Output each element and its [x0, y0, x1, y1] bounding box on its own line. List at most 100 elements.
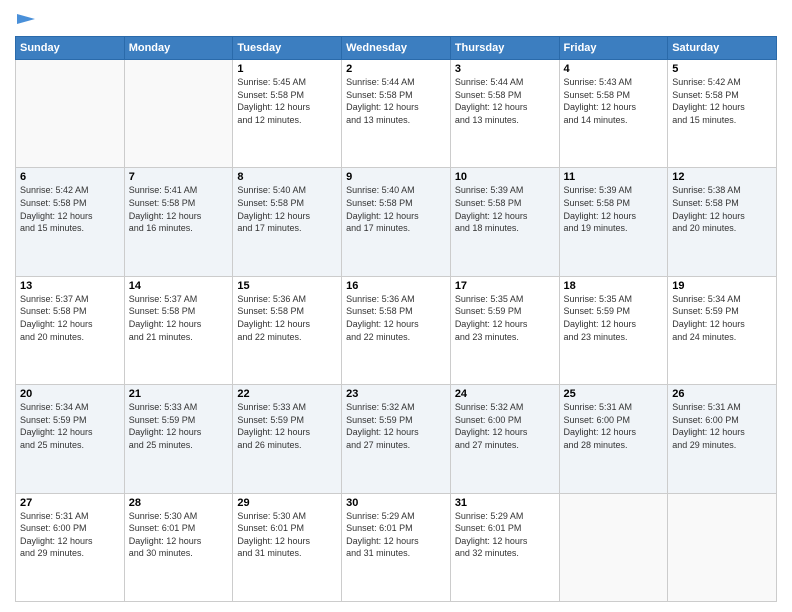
- day-number: 13: [20, 280, 120, 292]
- day-cell-31: 31Sunrise: 5:29 AM Sunset: 6:01 PM Dayli…: [450, 493, 559, 601]
- day-number: 30: [346, 497, 446, 509]
- day-number: 29: [237, 497, 337, 509]
- day-cell-29: 29Sunrise: 5:30 AM Sunset: 6:01 PM Dayli…: [233, 493, 342, 601]
- day-number: 22: [237, 388, 337, 400]
- day-number: 27: [20, 497, 120, 509]
- day-cell-20: 20Sunrise: 5:34 AM Sunset: 5:59 PM Dayli…: [16, 385, 125, 493]
- day-cell-28: 28Sunrise: 5:30 AM Sunset: 6:01 PM Dayli…: [124, 493, 233, 601]
- day-info: Sunrise: 5:30 AM Sunset: 6:01 PM Dayligh…: [237, 510, 337, 560]
- day-info: Sunrise: 5:31 AM Sunset: 6:00 PM Dayligh…: [564, 401, 664, 451]
- calendar-body: 1Sunrise: 5:45 AM Sunset: 5:58 PM Daylig…: [16, 60, 777, 602]
- day-cell-22: 22Sunrise: 5:33 AM Sunset: 5:59 PM Dayli…: [233, 385, 342, 493]
- day-header-thursday: Thursday: [450, 37, 559, 60]
- day-info: Sunrise: 5:44 AM Sunset: 5:58 PM Dayligh…: [346, 76, 446, 126]
- day-cell-2: 2Sunrise: 5:44 AM Sunset: 5:58 PM Daylig…: [342, 60, 451, 168]
- day-info: Sunrise: 5:36 AM Sunset: 5:58 PM Dayligh…: [346, 293, 446, 343]
- day-header-sunday: Sunday: [16, 37, 125, 60]
- day-header-tuesday: Tuesday: [233, 37, 342, 60]
- day-number: 23: [346, 388, 446, 400]
- day-number: 3: [455, 63, 555, 75]
- week-row-2: 6Sunrise: 5:42 AM Sunset: 5:58 PM Daylig…: [16, 168, 777, 276]
- day-number: 5: [672, 63, 772, 75]
- day-info: Sunrise: 5:36 AM Sunset: 5:58 PM Dayligh…: [237, 293, 337, 343]
- day-number: 25: [564, 388, 664, 400]
- day-number: 15: [237, 280, 337, 292]
- day-cell-4: 4Sunrise: 5:43 AM Sunset: 5:58 PM Daylig…: [559, 60, 668, 168]
- day-cell-14: 14Sunrise: 5:37 AM Sunset: 5:58 PM Dayli…: [124, 276, 233, 384]
- day-info: Sunrise: 5:40 AM Sunset: 5:58 PM Dayligh…: [237, 184, 337, 234]
- day-info: Sunrise: 5:29 AM Sunset: 6:01 PM Dayligh…: [346, 510, 446, 560]
- logo-arrow-icon: [17, 10, 35, 28]
- header: [15, 10, 777, 28]
- day-cell-30: 30Sunrise: 5:29 AM Sunset: 6:01 PM Dayli…: [342, 493, 451, 601]
- empty-cell: [124, 60, 233, 168]
- day-cell-17: 17Sunrise: 5:35 AM Sunset: 5:59 PM Dayli…: [450, 276, 559, 384]
- day-cell-21: 21Sunrise: 5:33 AM Sunset: 5:59 PM Dayli…: [124, 385, 233, 493]
- day-number: 21: [129, 388, 229, 400]
- day-number: 18: [564, 280, 664, 292]
- day-header-monday: Monday: [124, 37, 233, 60]
- day-cell-25: 25Sunrise: 5:31 AM Sunset: 6:00 PM Dayli…: [559, 385, 668, 493]
- day-info: Sunrise: 5:44 AM Sunset: 5:58 PM Dayligh…: [455, 76, 555, 126]
- empty-cell: [668, 493, 777, 601]
- day-number: 2: [346, 63, 446, 75]
- day-number: 10: [455, 171, 555, 183]
- day-cell-23: 23Sunrise: 5:32 AM Sunset: 5:59 PM Dayli…: [342, 385, 451, 493]
- day-number: 31: [455, 497, 555, 509]
- day-cell-16: 16Sunrise: 5:36 AM Sunset: 5:58 PM Dayli…: [342, 276, 451, 384]
- day-cell-8: 8Sunrise: 5:40 AM Sunset: 5:58 PM Daylig…: [233, 168, 342, 276]
- day-cell-1: 1Sunrise: 5:45 AM Sunset: 5:58 PM Daylig…: [233, 60, 342, 168]
- day-info: Sunrise: 5:29 AM Sunset: 6:01 PM Dayligh…: [455, 510, 555, 560]
- day-number: 28: [129, 497, 229, 509]
- day-info: Sunrise: 5:35 AM Sunset: 5:59 PM Dayligh…: [564, 293, 664, 343]
- day-info: Sunrise: 5:30 AM Sunset: 6:01 PM Dayligh…: [129, 510, 229, 560]
- day-cell-3: 3Sunrise: 5:44 AM Sunset: 5:58 PM Daylig…: [450, 60, 559, 168]
- day-number: 11: [564, 171, 664, 183]
- day-info: Sunrise: 5:35 AM Sunset: 5:59 PM Dayligh…: [455, 293, 555, 343]
- day-info: Sunrise: 5:43 AM Sunset: 5:58 PM Dayligh…: [564, 76, 664, 126]
- day-cell-13: 13Sunrise: 5:37 AM Sunset: 5:58 PM Dayli…: [16, 276, 125, 384]
- week-row-5: 27Sunrise: 5:31 AM Sunset: 6:00 PM Dayli…: [16, 493, 777, 601]
- day-cell-19: 19Sunrise: 5:34 AM Sunset: 5:59 PM Dayli…: [668, 276, 777, 384]
- day-cell-9: 9Sunrise: 5:40 AM Sunset: 5:58 PM Daylig…: [342, 168, 451, 276]
- day-number: 8: [237, 171, 337, 183]
- day-info: Sunrise: 5:39 AM Sunset: 5:58 PM Dayligh…: [455, 184, 555, 234]
- day-number: 26: [672, 388, 772, 400]
- day-info: Sunrise: 5:45 AM Sunset: 5:58 PM Dayligh…: [237, 76, 337, 126]
- day-header-saturday: Saturday: [668, 37, 777, 60]
- empty-cell: [16, 60, 125, 168]
- day-info: Sunrise: 5:34 AM Sunset: 5:59 PM Dayligh…: [20, 401, 120, 451]
- day-number: 14: [129, 280, 229, 292]
- day-info: Sunrise: 5:32 AM Sunset: 5:59 PM Dayligh…: [346, 401, 446, 451]
- day-header-friday: Friday: [559, 37, 668, 60]
- day-number: 6: [20, 171, 120, 183]
- day-info: Sunrise: 5:34 AM Sunset: 5:59 PM Dayligh…: [672, 293, 772, 343]
- empty-cell: [559, 493, 668, 601]
- day-number: 16: [346, 280, 446, 292]
- page: SundayMondayTuesdayWednesdayThursdayFrid…: [0, 0, 792, 612]
- header-row: SundayMondayTuesdayWednesdayThursdayFrid…: [16, 37, 777, 60]
- day-number: 9: [346, 171, 446, 183]
- week-row-1: 1Sunrise: 5:45 AM Sunset: 5:58 PM Daylig…: [16, 60, 777, 168]
- day-cell-18: 18Sunrise: 5:35 AM Sunset: 5:59 PM Dayli…: [559, 276, 668, 384]
- calendar-table: SundayMondayTuesdayWednesdayThursdayFrid…: [15, 36, 777, 602]
- day-info: Sunrise: 5:37 AM Sunset: 5:58 PM Dayligh…: [129, 293, 229, 343]
- calendar-header: SundayMondayTuesdayWednesdayThursdayFrid…: [16, 37, 777, 60]
- day-info: Sunrise: 5:40 AM Sunset: 5:58 PM Dayligh…: [346, 184, 446, 234]
- day-number: 24: [455, 388, 555, 400]
- day-cell-27: 27Sunrise: 5:31 AM Sunset: 6:00 PM Dayli…: [16, 493, 125, 601]
- day-cell-7: 7Sunrise: 5:41 AM Sunset: 5:58 PM Daylig…: [124, 168, 233, 276]
- logo: [15, 10, 35, 28]
- day-info: Sunrise: 5:31 AM Sunset: 6:00 PM Dayligh…: [672, 401, 772, 451]
- day-number: 4: [564, 63, 664, 75]
- day-info: Sunrise: 5:37 AM Sunset: 5:58 PM Dayligh…: [20, 293, 120, 343]
- day-number: 12: [672, 171, 772, 183]
- day-info: Sunrise: 5:31 AM Sunset: 6:00 PM Dayligh…: [20, 510, 120, 560]
- day-info: Sunrise: 5:38 AM Sunset: 5:58 PM Dayligh…: [672, 184, 772, 234]
- day-info: Sunrise: 5:41 AM Sunset: 5:58 PM Dayligh…: [129, 184, 229, 234]
- day-cell-11: 11Sunrise: 5:39 AM Sunset: 5:58 PM Dayli…: [559, 168, 668, 276]
- day-cell-10: 10Sunrise: 5:39 AM Sunset: 5:58 PM Dayli…: [450, 168, 559, 276]
- day-cell-12: 12Sunrise: 5:38 AM Sunset: 5:58 PM Dayli…: [668, 168, 777, 276]
- day-info: Sunrise: 5:42 AM Sunset: 5:58 PM Dayligh…: [672, 76, 772, 126]
- day-number: 19: [672, 280, 772, 292]
